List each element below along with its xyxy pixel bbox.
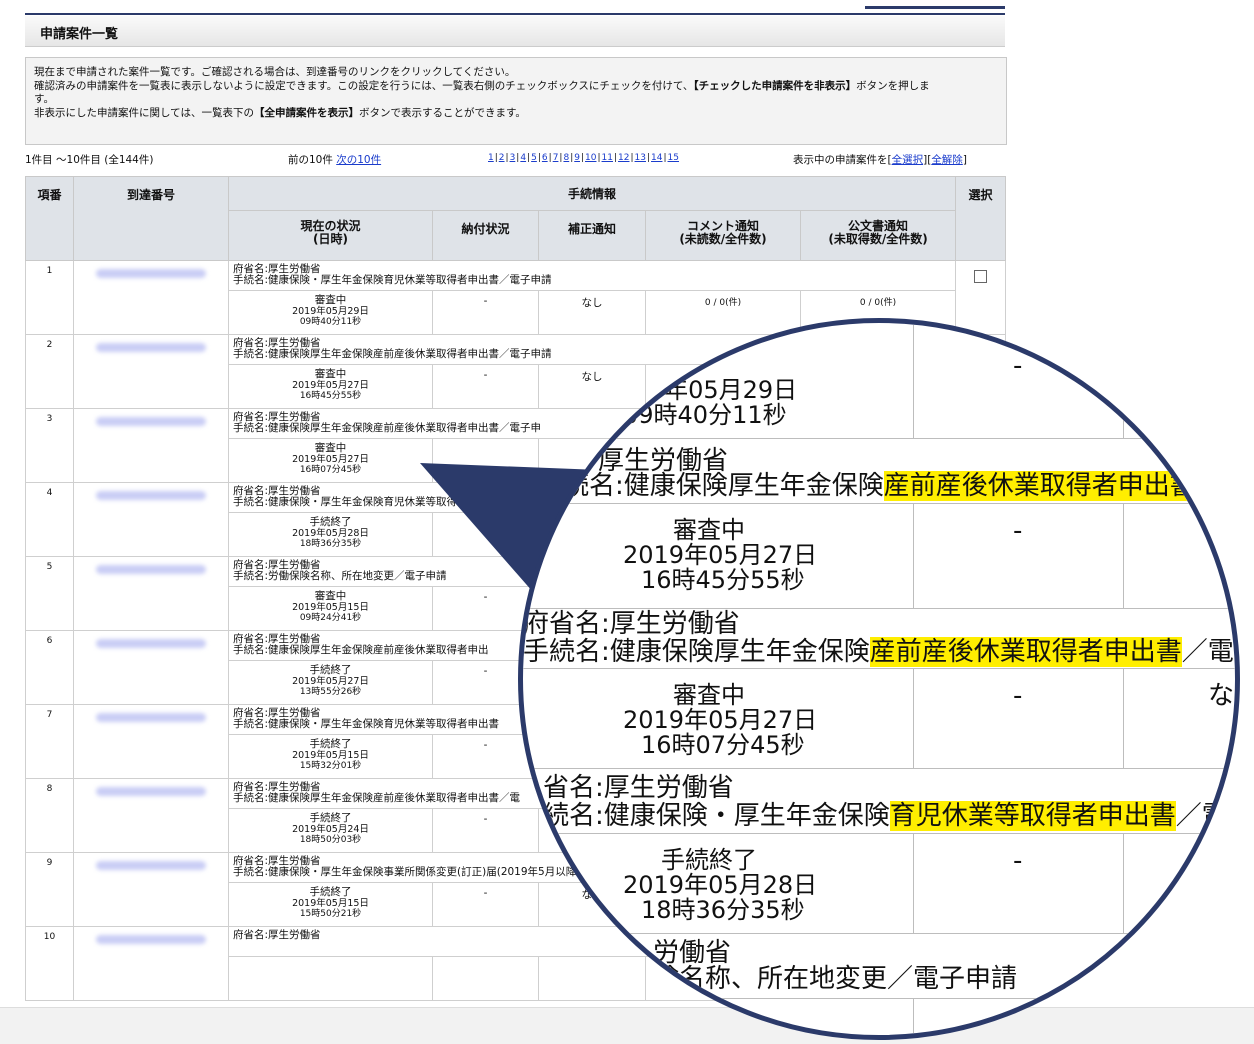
zoom-row3-correction: なし xyxy=(1208,681,1235,711)
zoom-row3-date: 2019年05月27日 xyxy=(623,706,818,734)
zoom-row4-time: 18時36分35秒 xyxy=(641,896,805,924)
zoom-row1-dash: - xyxy=(1013,351,1023,381)
zoom-row4-procedure: 続名:健康保険・厚生年金保険育児休業等取得者申出書／電子申請 xyxy=(543,801,1235,831)
zoom-row5-ministry: 労働省 xyxy=(653,938,732,968)
zoom-row1-time: 09時40分11秒 xyxy=(623,401,787,429)
zoom-row4-dash: - xyxy=(1013,846,1023,876)
zoom-row2-procedure: 続名:健康保険厚生年金保険産前産後休業取得者申出書／電子 xyxy=(563,471,1235,501)
zoom-row2-date: 2019年05月27日 xyxy=(623,541,818,569)
zoom-row3-procedure: 手続名:健康保険厚生年金保険産前産後休業取得者申出書／電子申請 xyxy=(523,637,1235,667)
zoom-row2-time: 16時45分55秒 xyxy=(641,566,805,594)
zoom-row3-ministry: 府省名:厚生労働省 xyxy=(523,609,740,639)
zoom-row5-procedure: 険名称、所在地変更／電子申請 xyxy=(653,964,1018,994)
zoom-magnifier: 2019年05月29日 09時40分11秒 - 厚生労働省 続名:健康保険厚生年… xyxy=(518,318,1240,1040)
zoom-row4-ministry: 省名:厚生労働省 xyxy=(543,773,734,803)
zoom-row4-status: 手続終了 xyxy=(661,846,757,874)
zoom-row3-time: 16時07分45秒 xyxy=(641,731,805,759)
zoom-row3-status: 審査中 xyxy=(673,681,745,709)
zoom-row4-date: 2019年05月28日 xyxy=(623,871,818,899)
zoom-row2-status: 審査中 xyxy=(673,516,745,544)
zoom-row1-date: 2019年05月29日 xyxy=(603,376,798,404)
zoom-row2-dash: - xyxy=(1013,516,1023,546)
zoom-row3-dash: - xyxy=(1013,681,1023,711)
